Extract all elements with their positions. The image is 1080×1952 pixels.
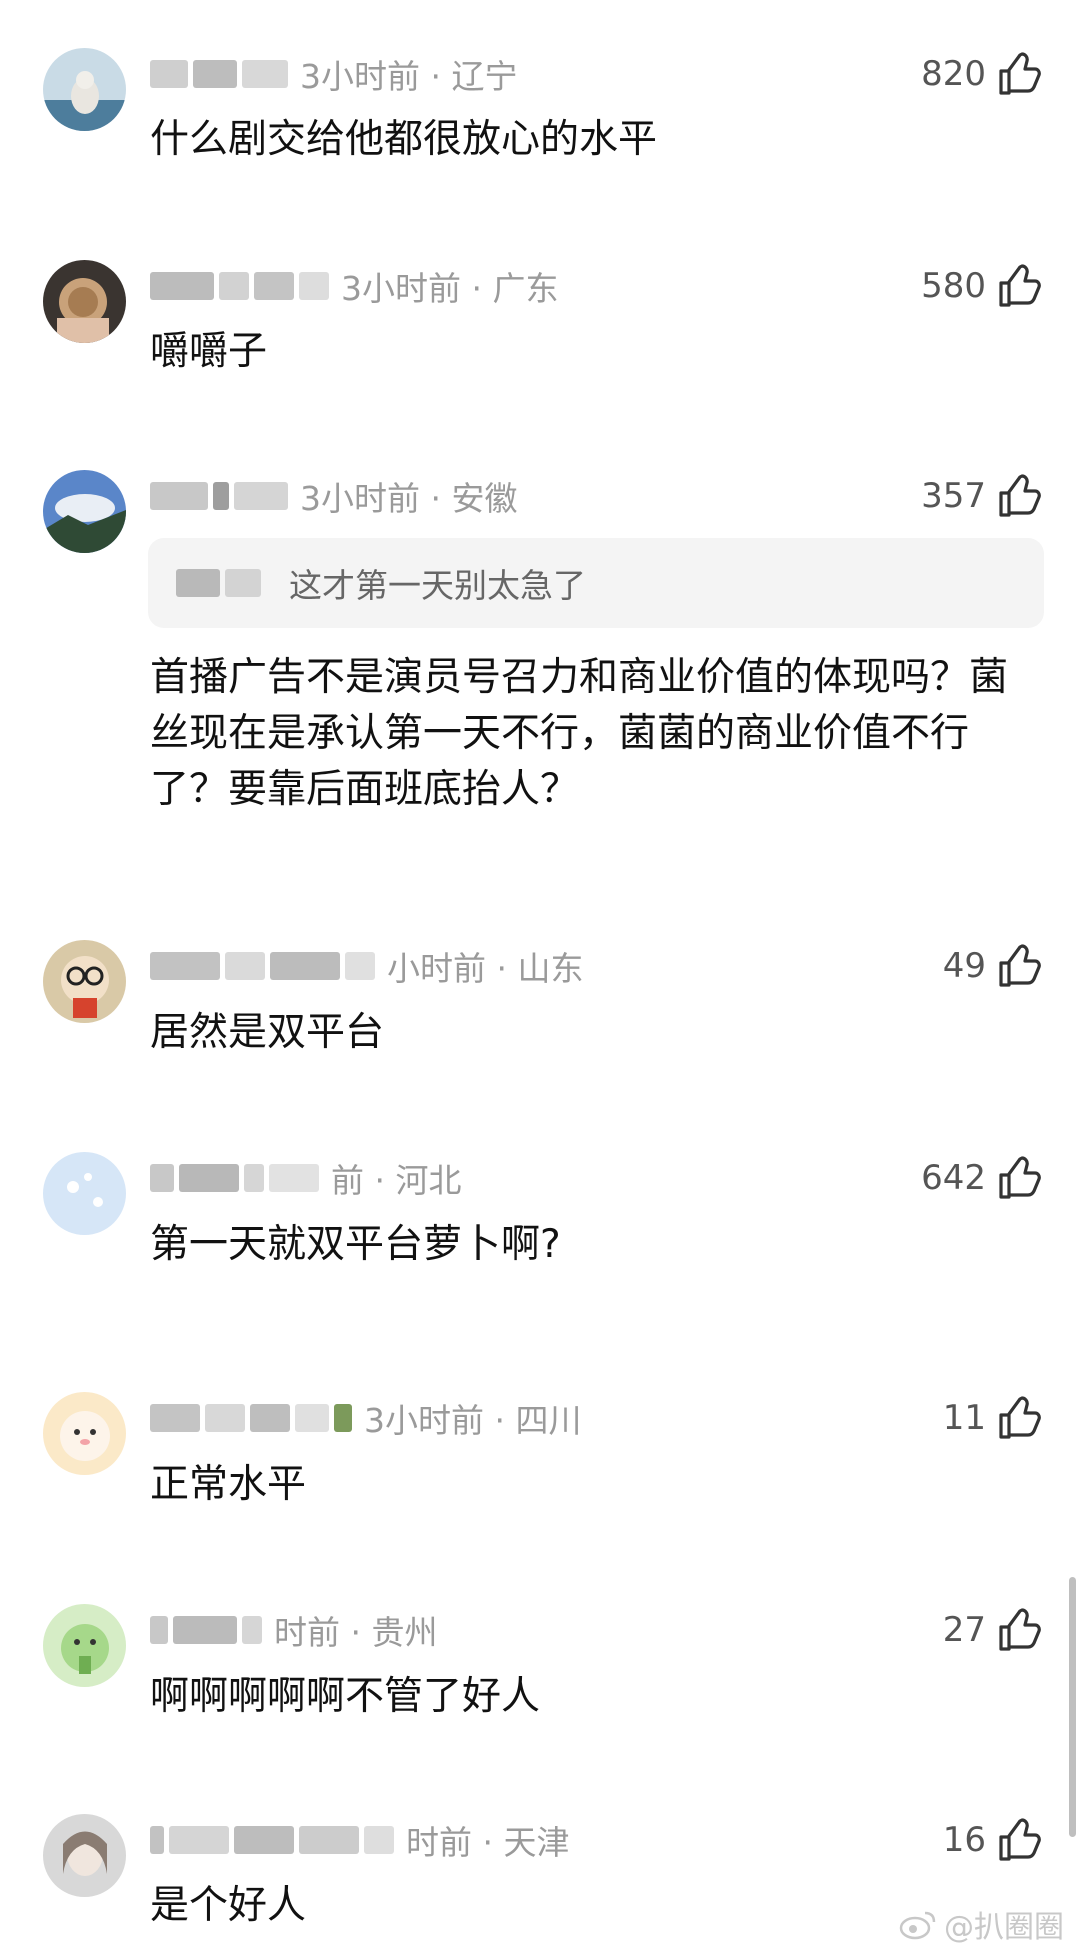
like-count: 27	[942, 1610, 986, 1650]
like-button[interactable]: 27	[943, 1602, 1044, 1658]
thumbs-up-icon	[999, 52, 1041, 95]
avatar[interactable]	[43, 1814, 126, 1897]
like-count: 16	[942, 1820, 986, 1860]
like-button[interactable]: 580	[921, 258, 1044, 314]
like-button[interactable]: 11	[943, 1390, 1044, 1446]
blurred-username	[150, 272, 329, 300]
comment-text: 正常水平	[150, 1462, 307, 1507]
blurred-username	[150, 482, 288, 510]
avatar[interactable]	[43, 260, 126, 343]
like-count: 820	[921, 54, 986, 94]
like-count: 11	[942, 1398, 986, 1438]
avatar[interactable]	[43, 470, 126, 553]
weibo-icon	[899, 1911, 936, 1940]
scrollbar[interactable]	[1069, 1577, 1076, 1837]
comment-text: 第一天就双平台萝卜啊?	[150, 1222, 561, 1267]
thumbs-up-icon	[999, 944, 1041, 987]
blurred-username	[150, 1404, 352, 1432]
like-button[interactable]: 16	[943, 1812, 1044, 1868]
like-count: 49	[942, 946, 986, 986]
comment-text: 首播广告不是演员号召力和商业价值的体现吗？菌丝现在是承认第一天不行，菌菌的商业价…	[150, 655, 1009, 812]
comment-meta: 时前 · 天津	[406, 1823, 570, 1862]
avatar[interactable]	[43, 1604, 126, 1687]
comment-meta: 3小时前 · 辽宁	[300, 57, 518, 96]
comment-meta: 前 · 河北	[331, 1161, 462, 1200]
avatar[interactable]	[43, 940, 126, 1023]
like-button[interactable]: 357	[921, 468, 1044, 524]
blurred-username	[150, 1164, 319, 1192]
like-button[interactable]: 49	[943, 938, 1044, 994]
thumbs-up-icon	[999, 264, 1041, 307]
watermark-text: @扒圈圈	[944, 1910, 1064, 1945]
like-count: 580	[921, 266, 986, 306]
blurred-username	[176, 569, 261, 597]
like-count: 642	[921, 1158, 986, 1198]
like-button[interactable]: 820	[921, 46, 1044, 102]
like-count: 357	[921, 476, 986, 516]
thumbs-up-icon	[999, 474, 1041, 517]
blurred-username	[150, 60, 288, 88]
quoted-text: 这才第一天别太急了	[289, 566, 586, 605]
blurred-username	[150, 1616, 262, 1644]
blurred-username	[150, 1826, 394, 1854]
avatar[interactable]	[43, 48, 126, 131]
thumbs-up-icon	[999, 1818, 1041, 1861]
quoted-reply[interactable]: 这才第一天别太急了	[148, 538, 1044, 628]
comment-text: 居然是双平台	[150, 1010, 385, 1055]
thumbs-up-icon	[999, 1396, 1041, 1439]
comment-text: 啊啊啊啊啊不管了好人	[150, 1674, 541, 1719]
avatar[interactable]	[43, 1392, 126, 1475]
thumbs-up-icon	[999, 1156, 1041, 1199]
like-button[interactable]: 642	[921, 1150, 1044, 1206]
comment-text: 嚼嚼子	[150, 329, 268, 374]
comment-meta: 时前 · 贵州	[274, 1613, 438, 1652]
thumbs-up-icon	[999, 1608, 1041, 1651]
avatar[interactable]	[43, 1152, 126, 1235]
comment-meta: 3小时前 · 安徽	[300, 479, 518, 518]
watermark: @扒圈圈	[898, 1902, 1064, 1946]
comment-meta: 小时前 · 山东	[387, 949, 584, 988]
blurred-username	[150, 952, 375, 980]
comment-text: 什么剧交给他都很放心的水平	[150, 117, 658, 162]
comment-meta: 3小时前 · 四川	[364, 1401, 582, 1440]
comment-meta: 3小时前 · 广东	[341, 269, 559, 308]
